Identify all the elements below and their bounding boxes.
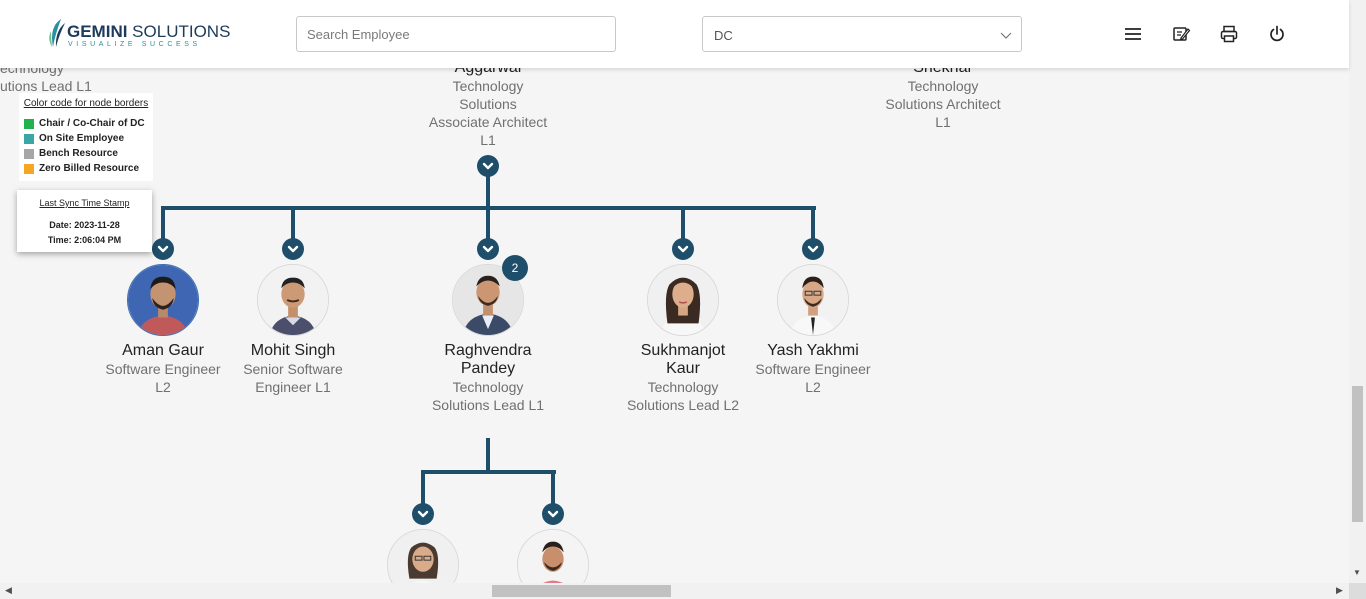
expand-toggle-icon[interactable] [152, 238, 174, 260]
employee-role-line: Solutions Lead L1 [431, 397, 545, 413]
menu-icon[interactable] [1123, 24, 1143, 44]
horizontal-scroll-thumb[interactable] [492, 585, 671, 597]
employee-avatar[interactable] [777, 264, 849, 336]
employee-avatar[interactable] [257, 264, 329, 336]
employee-role-line: L2 [805, 379, 821, 395]
sync-date: Date: 2023-11-28 [49, 220, 120, 230]
employee-name: Mohit Singh [250, 342, 336, 359]
connector-line [421, 470, 556, 474]
employee-avatar[interactable] [127, 264, 199, 336]
partial-node-right: Shekhar Technology Solutions Architect L… [868, 59, 1018, 131]
legend-swatch [24, 133, 34, 144]
employee-name: Yash Yakhmi [767, 342, 859, 359]
connector-line [551, 470, 555, 504]
vertical-scroll-thumb[interactable] [1352, 386, 1363, 522]
logo-brand: GEMINI SOLUTIONS [67, 22, 230, 42]
legend-label: Bench Resource [39, 148, 118, 159]
expand-toggle-icon[interactable] [542, 503, 564, 525]
employee-role-line: Software Engineer [755, 361, 871, 377]
org-chart-canvas[interactable]: echnology utions Lead L1 Aggarwal Techno… [0, 0, 1349, 583]
legend-label: Zero Billed Resource [39, 163, 140, 174]
node-role-line: L1 [480, 132, 496, 148]
employee-avatar[interactable] [387, 529, 459, 583]
search-employee-input[interactable] [296, 16, 616, 52]
logo-brand-light: SOLUTIONS [127, 22, 231, 41]
logo-tagline: VISUALIZE SUCCESS [68, 41, 201, 48]
dc-dropdown[interactable]: DC [702, 16, 1022, 52]
node-border-legend: Color code for node borders Chair / Co-C… [19, 93, 153, 181]
employee-name-line: Sukhmanjot [640, 342, 726, 359]
expand-toggle-icon[interactable] [802, 238, 824, 260]
employee-role-line: Software Engineer [105, 361, 221, 377]
node-role-line: L1 [935, 114, 951, 130]
employee-name-line: Pandey [460, 360, 516, 377]
expand-toggle-icon[interactable] [477, 238, 499, 260]
leaf-logo-icon [49, 19, 65, 47]
legend-item: Chair / Co-Chair of DC [23, 116, 149, 131]
top-header: GEMINI SOLUTIONS VISUALIZE SUCCESS DC [0, 0, 1349, 68]
partial-node-center: Aggarwal Technology Solutions Associate … [413, 59, 563, 149]
employee-avatar[interactable] [647, 264, 719, 336]
dc-dropdown-value: DC [714, 28, 733, 43]
expand-toggle-icon[interactable] [412, 503, 434, 525]
legend-item: On Site Employee [23, 131, 149, 146]
sync-time: Time: 2:06:04 PM [47, 235, 122, 245]
legend-item: Bench Resource [23, 146, 149, 161]
print-icon[interactable] [1219, 24, 1239, 44]
employee-role-line: Technology [647, 379, 719, 395]
company-logo[interactable]: GEMINI SOLUTIONS VISUALIZE SUCCESS [47, 17, 230, 51]
employee-name-line: Kaur [666, 360, 700, 377]
node-role-line: Solutions [459, 96, 517, 112]
employee-role-line: Technology [452, 379, 524, 395]
connector-line [486, 176, 490, 208]
reports-count-badge: 2 [502, 255, 528, 281]
sync-timestamp-card: Last Sync Time Stamp Date: 2023-11-28 Ti… [17, 190, 152, 252]
scrollbar-corner [1349, 583, 1366, 599]
node-role-line: Solutions Architect [885, 96, 1001, 112]
employee-node-raghvendra-pandey[interactable]: Raghvendra Pandey Technology Solutions L… [413, 342, 563, 414]
legend-swatch [24, 118, 34, 129]
collapse-toggle-icon[interactable] [477, 155, 499, 177]
chevron-down-icon [1000, 32, 1012, 39]
connector-line [486, 206, 490, 240]
legend-title: Color code for node borders [23, 98, 149, 109]
vertical-scrollbar[interactable]: ▼ [1349, 0, 1366, 583]
connector-line [811, 206, 815, 240]
legend-item: Zero Billed Resource [23, 161, 149, 176]
connector-line [161, 206, 165, 240]
connector-line [681, 206, 685, 240]
expand-toggle-icon[interactable] [282, 238, 304, 260]
node-role-line: Associate Architect [428, 114, 548, 130]
node-role-line: Technology [452, 78, 524, 94]
employee-node-sukhmanjot-kaur[interactable]: Sukhmanjot Kaur Technology Solutions Lea… [608, 342, 758, 414]
scroll-right-icon[interactable]: ▶ [1336, 585, 1343, 596]
employee-name-line: Raghvendra [444, 342, 532, 359]
connector-line [421, 470, 425, 504]
logo-brand-bold: GEMINI [67, 22, 128, 41]
employee-avatar[interactable] [517, 529, 589, 583]
employee-node-aman-gaur[interactable]: Aman Gaur Software Engineer L2 [93, 342, 233, 396]
employee-role-line: Solutions Lead L2 [626, 397, 740, 413]
employee-node-yash-yakhmi[interactable]: Yash Yakhmi Software Engineer L2 [743, 342, 883, 396]
connector-line [291, 206, 295, 240]
legend-swatch [24, 163, 34, 174]
employee-role-line: L2 [155, 379, 171, 395]
sync-title: Last Sync Time Stamp [39, 198, 130, 208]
scroll-down-icon[interactable]: ▼ [1353, 568, 1361, 577]
employee-role-line: Senior Software [243, 361, 343, 377]
employee-name: Aman Gaur [122, 342, 204, 359]
scroll-left-icon[interactable]: ◀ [5, 585, 12, 596]
employee-role-line: Engineer L1 [255, 379, 331, 395]
legend-swatch [24, 148, 34, 159]
connector-line [486, 438, 490, 472]
expand-toggle-icon[interactable] [672, 238, 694, 260]
employee-node-mohit-singh[interactable]: Mohit Singh Senior Software Engineer L1 [223, 342, 363, 396]
node-role-line: Technology [907, 78, 979, 94]
legend-label: Chair / Co-Chair of DC [39, 118, 145, 129]
legend-label: On Site Employee [39, 133, 125, 144]
power-icon[interactable] [1267, 24, 1287, 44]
edit-note-icon[interactable] [1171, 24, 1191, 44]
horizontal-scrollbar[interactable]: ◀ ▶ [0, 583, 1349, 599]
